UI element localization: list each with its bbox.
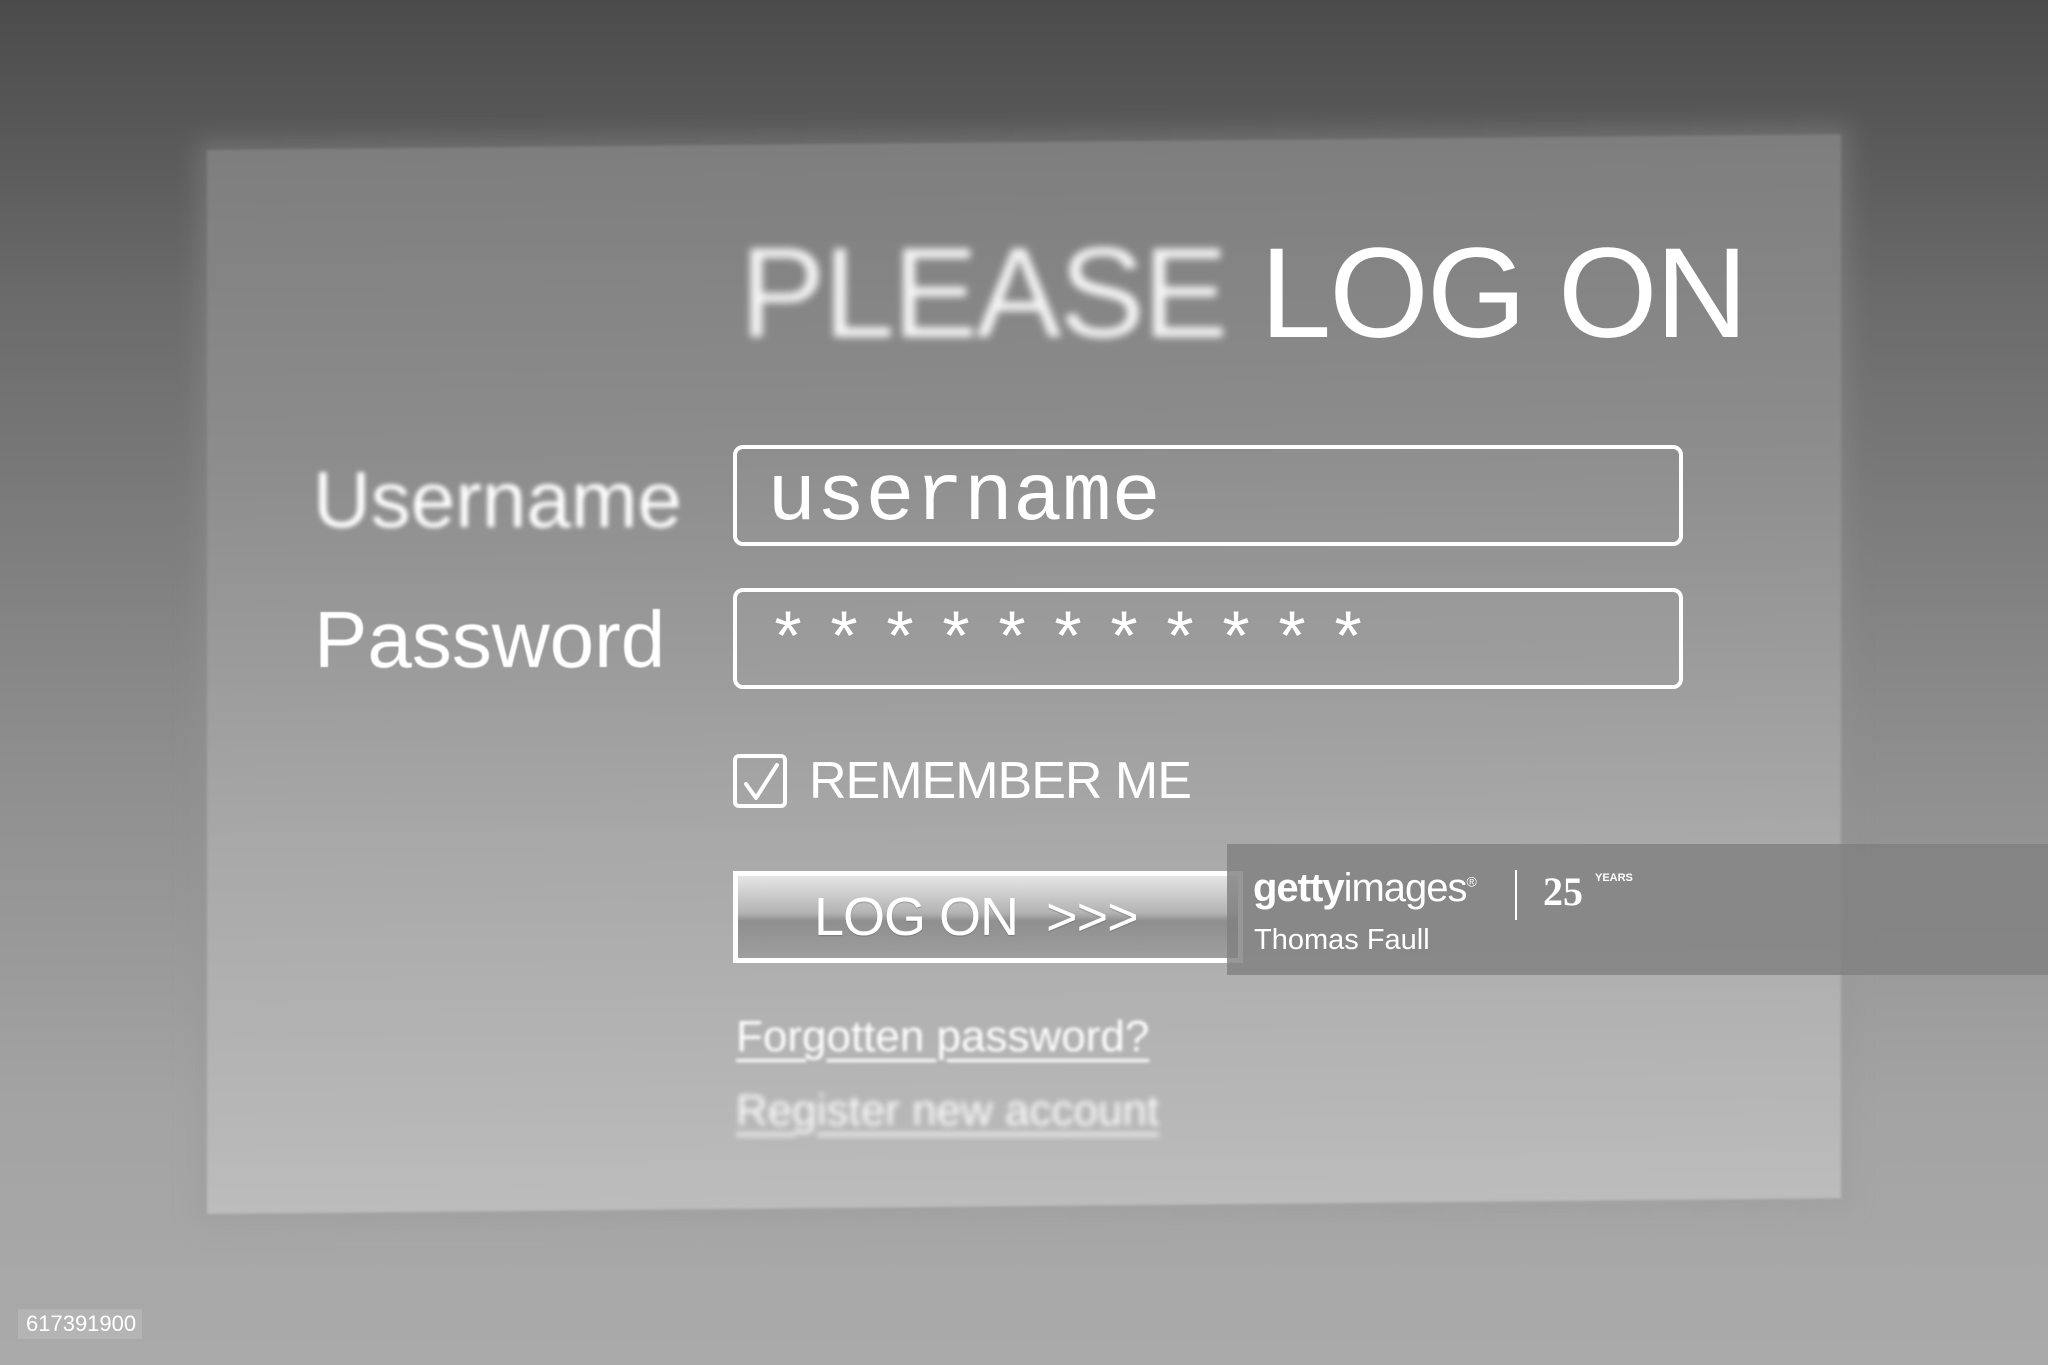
username-label: Username bbox=[313, 455, 683, 544]
page-title: PLEASE LOG ON bbox=[740, 230, 1748, 358]
watermark-logo: gettyimages® bbox=[1253, 866, 1477, 911]
log-on-button-label: LOG ON >>> bbox=[814, 887, 1139, 947]
remember-me-checkbox[interactable] bbox=[733, 754, 787, 808]
password-label: Password bbox=[314, 595, 666, 684]
log-on-button[interactable]: LOG ON >>> bbox=[733, 871, 1243, 963]
anniversary-badge: 25 bbox=[1543, 869, 1583, 914]
remember-me-option[interactable]: REMEMBER ME bbox=[733, 750, 1192, 812]
image-id-label: 617391900 bbox=[18, 1309, 143, 1340]
anniversary-suffix: YEARS bbox=[1595, 872, 1633, 884]
remember-me-label: REMEMBER ME bbox=[809, 752, 1192, 810]
photographer-credit: Thomas Faull bbox=[1254, 924, 1430, 956]
watermark-brand-regular: images bbox=[1343, 866, 1468, 910]
watermark-divider bbox=[1515, 870, 1517, 920]
username-input-value: username bbox=[767, 451, 1161, 544]
registered-mark: ® bbox=[1466, 873, 1477, 890]
page-title-word-please: PLEASE bbox=[740, 222, 1228, 365]
forgotten-password-link[interactable]: Forgotten password? bbox=[736, 1012, 1149, 1062]
checkmark-icon bbox=[744, 763, 779, 800]
watermark-banner: gettyimages® 25 YEARS Thomas Faull bbox=[1227, 844, 2048, 975]
register-account-link[interactable]: Register new account bbox=[736, 1086, 1159, 1136]
password-input-value: *********** bbox=[767, 605, 1384, 684]
page-title-word-logon: LOG ON bbox=[1260, 222, 1748, 365]
watermark-brand-bold: getty bbox=[1253, 866, 1345, 910]
password-input[interactable]: *********** bbox=[733, 588, 1683, 689]
username-input[interactable]: username bbox=[733, 445, 1683, 546]
